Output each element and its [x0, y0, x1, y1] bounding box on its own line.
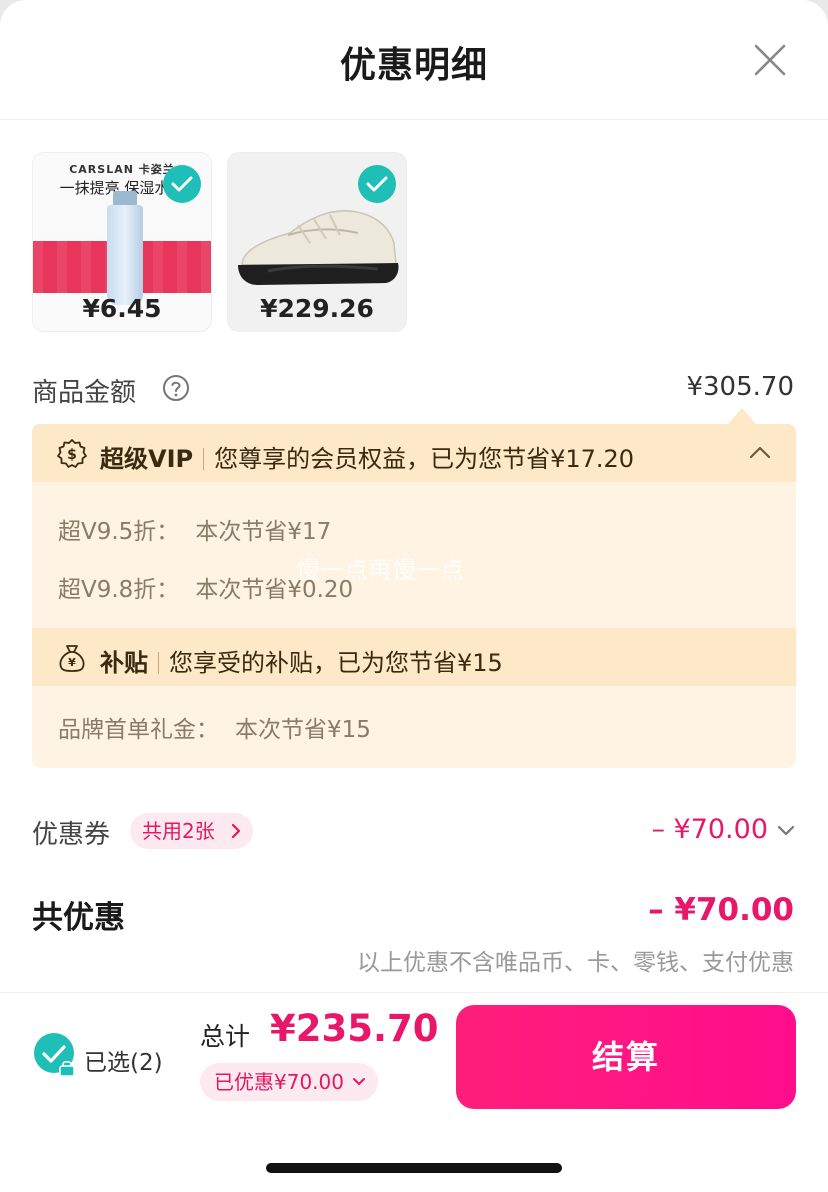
discount-detail-sheet: 优惠明细 CARSLAN 卡姿兰 一抹提亮 保湿水润 ¥6.45 ¥229.26	[0, 0, 828, 1192]
sheet-header: 优惠明细	[0, 0, 828, 120]
selected-check-icon[interactable]	[163, 165, 201, 203]
goods-amount-label: 商品金额	[32, 378, 137, 408]
home-indicator	[266, 1163, 562, 1173]
subsidy-row: 品牌首单礼金： 本次节省¥15	[58, 710, 371, 744]
discount-label: 超V9.5折：	[58, 519, 180, 545]
divider	[158, 652, 159, 674]
svg-text:$: $	[67, 447, 77, 463]
chevron-down-icon	[352, 1078, 365, 1085]
watermark-text: 慢一点再慢一点	[296, 556, 464, 584]
chevron-down-icon[interactable]	[776, 823, 796, 837]
chevron-up-icon[interactable]	[748, 444, 772, 460]
subsidy-header-text: 补贴 您享受的补贴，已为您节省¥15	[100, 643, 503, 678]
coupon-tag-text: 共用2张	[142, 819, 215, 843]
discount-breakdown-panel: $ 超级VIP 您尊享的会员权益，已为您节省¥17.20 超V9.5折： 本次节省¥…	[32, 424, 796, 768]
box-pointer	[728, 408, 756, 424]
total-value: ¥235.70	[270, 1007, 439, 1050]
question-icon[interactable]	[162, 374, 190, 402]
product-tube	[107, 205, 143, 305]
svg-text:¥: ¥	[68, 656, 76, 669]
vip-badge-icon: $	[57, 439, 87, 468]
vip-header[interactable]: $ 超级VIP 您尊享的会员权益，已为您节省¥17.20	[32, 424, 796, 482]
sheet-title: 优惠明细	[339, 45, 488, 86]
total-label: 总计	[200, 1022, 251, 1051]
subsidy-label: 品牌首单礼金：	[58, 717, 219, 743]
divider	[203, 448, 205, 470]
goods-amount-value: ¥305.70	[686, 372, 794, 402]
total-discount-label: 共优惠	[32, 900, 125, 936]
product-price: ¥229.26	[260, 294, 374, 323]
saved-pill[interactable]: 已优惠¥70.00	[200, 1063, 378, 1101]
saved-text: 已优惠¥70.00	[214, 1070, 344, 1094]
subsidy-value: 本次节省¥15	[235, 717, 371, 743]
total-discount-value: – ¥70.00	[648, 892, 794, 928]
vip-header-text: 超级VIP 您尊享的会员权益，已为您节省¥17.20	[100, 439, 634, 474]
product-thumbnail-sneaker[interactable]: ¥229.26	[227, 152, 407, 332]
discount-value: 本次节省¥17	[195, 519, 332, 545]
chevron-right-icon	[231, 823, 240, 839]
checkout-button[interactable]: 结算	[456, 1005, 796, 1109]
discount-note: 以上优惠不含唯品币、卡、零钱、支付优惠	[357, 950, 794, 976]
lock-icon	[59, 1061, 75, 1077]
coupon-label: 优惠券	[32, 820, 111, 850]
vip-title: 超级VIP	[100, 445, 194, 473]
selected-count: 已选(2)	[84, 1050, 163, 1076]
subsidy-summary: 您享受的补贴，已为您节省¥15	[169, 649, 503, 677]
subsidy-header: ¥ 补贴 您享受的补贴，已为您节省¥15	[32, 628, 796, 686]
checkout-footer: 已选(2) 总计 ¥235.70 已优惠¥70.00 结算	[0, 992, 828, 1192]
money-bag-icon: ¥	[59, 645, 85, 672]
vip-discount-row: 超V9.5折： 本次节省¥17	[58, 512, 331, 546]
product-price: ¥6.45	[82, 294, 162, 323]
subsidy-title: 补贴	[100, 649, 148, 677]
coupon-count-tag[interactable]: 共用2张	[130, 813, 253, 849]
coupon-amount[interactable]: – ¥70.00	[651, 814, 768, 845]
selected-check-icon[interactable]	[358, 165, 396, 203]
vip-summary: 您尊享的会员权益，已为您节省¥17.20	[214, 445, 635, 473]
close-icon[interactable]	[750, 40, 790, 80]
product-thumbnail-cosmetic[interactable]: CARSLAN 卡姿兰 一抹提亮 保湿水润 ¥6.45	[32, 152, 212, 332]
discount-label: 超V9.8折：	[58, 577, 180, 603]
